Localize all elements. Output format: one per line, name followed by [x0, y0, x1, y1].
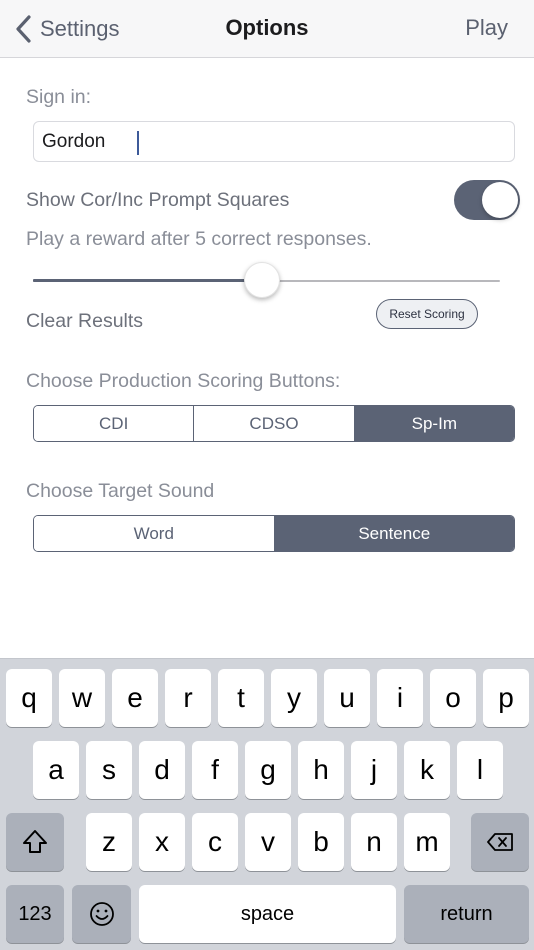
slider-thumb[interactable]	[243, 262, 280, 298]
sign-in-input[interactable]	[42, 130, 514, 153]
prompt-squares-toggle[interactable]	[454, 180, 520, 220]
key-r[interactable]: r	[165, 669, 211, 727]
key-o[interactable]: o	[430, 669, 476, 727]
key-a[interactable]: a	[33, 741, 79, 799]
key-n[interactable]: n	[351, 813, 397, 871]
sign-in-field[interactable]	[33, 121, 515, 162]
key-b[interactable]: b	[298, 813, 344, 871]
reward-slider[interactable]	[33, 262, 500, 300]
key-g[interactable]: g	[245, 741, 291, 799]
page-title: Options	[225, 15, 309, 40]
key-q[interactable]: q	[6, 669, 52, 727]
space-key[interactable]: space	[139, 885, 396, 943]
key-u[interactable]: u	[324, 669, 370, 727]
key-h[interactable]: h	[298, 741, 344, 799]
play-button[interactable]: Play	[465, 15, 508, 41]
key-y[interactable]: y	[271, 669, 317, 727]
shift-icon	[23, 830, 47, 853]
key-f[interactable]: f	[192, 741, 238, 799]
segment-word[interactable]: Word	[34, 516, 275, 551]
target-sound-control: Word Sentence	[33, 515, 515, 552]
text-cursor	[137, 131, 139, 155]
key-v[interactable]: v	[245, 813, 291, 871]
shift-key[interactable]	[6, 813, 64, 871]
target-sound-label: Choose Target Sound	[26, 480, 215, 502]
return-key[interactable]: return	[404, 885, 529, 943]
segment-cdso[interactable]: CDSO	[194, 406, 355, 441]
emoji-key[interactable]	[72, 885, 131, 943]
segment-sentence[interactable]: Sentence	[274, 516, 514, 551]
key-l[interactable]: l	[457, 741, 503, 799]
clear-results-label: Clear Results	[26, 310, 144, 332]
key-w[interactable]: w	[59, 669, 105, 727]
slider-fill	[33, 279, 262, 282]
prompt-squares-label: Show Cor/Inc Prompt Squares	[26, 189, 290, 211]
key-x[interactable]: x	[139, 813, 185, 871]
key-t[interactable]: t	[218, 669, 264, 727]
numbers-key[interactable]: 123	[6, 885, 64, 943]
key-i[interactable]: i	[377, 669, 423, 727]
key-m[interactable]: m	[404, 813, 450, 871]
key-d[interactable]: d	[139, 741, 185, 799]
key-c[interactable]: c	[192, 813, 238, 871]
key-k[interactable]: k	[404, 741, 450, 799]
segment-sp-im[interactable]: Sp-Im	[354, 406, 514, 441]
keyboard: q w e r t y u i o p a s d f g h j k l z …	[0, 658, 534, 950]
backspace-icon	[487, 833, 513, 851]
key-s[interactable]: s	[86, 741, 132, 799]
sign-in-label: Sign in:	[26, 86, 92, 108]
reward-label: Play a reward after 5 correct responses.	[26, 228, 372, 250]
navigation-bar: Settings Options Play	[0, 0, 534, 58]
toggle-knob	[482, 182, 518, 218]
key-z[interactable]: z	[86, 813, 132, 871]
production-scoring-label: Choose Production Scoring Buttons:	[26, 370, 341, 392]
key-p[interactable]: p	[483, 669, 529, 727]
emoji-icon	[89, 902, 114, 926]
key-j[interactable]: j	[351, 741, 397, 799]
segment-cdi[interactable]: CDI	[34, 406, 195, 441]
reset-scoring-button[interactable]: Reset Scoring	[376, 299, 478, 329]
key-e[interactable]: e	[112, 669, 158, 727]
delete-key[interactable]	[471, 813, 529, 871]
production-scoring-control: CDI CDSO Sp-Im	[33, 405, 515, 442]
